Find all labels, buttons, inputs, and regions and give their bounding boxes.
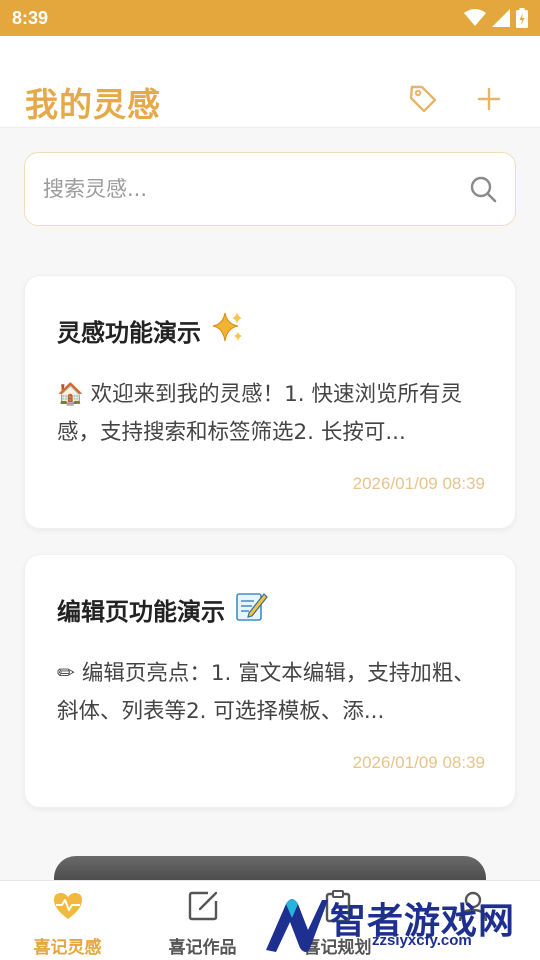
tag-button[interactable] — [406, 82, 440, 116]
wifi-icon — [464, 9, 486, 27]
watermark: 智者游戏网 zzsiyxcfy.com — [262, 890, 540, 960]
app-header: 我的灵感 — [0, 36, 540, 128]
add-button[interactable] — [472, 82, 506, 116]
card-title-text: 编辑页功能演示 — [57, 597, 225, 626]
card-preview: 🏠 欢迎来到我的灵感！1. 快速浏览所有灵感，支持搜索和标签筛选2. 长按可..… — [57, 382, 462, 445]
search-box[interactable] — [24, 152, 516, 226]
card-title: 编辑页功能演示 — [57, 589, 269, 629]
plus-icon — [472, 87, 506, 120]
card-date: 2026/01/09 08:39 — [352, 753, 485, 772]
nav-label: 喜记作品 — [168, 938, 237, 958]
watermark-logo — [266, 899, 328, 952]
heart-pulse-icon — [51, 889, 85, 923]
card-title-text: 灵感功能演示 — [57, 318, 201, 347]
battery-icon — [516, 8, 528, 28]
search-icon[interactable] — [468, 174, 498, 204]
search-input[interactable] — [43, 153, 443, 225]
signal-icon — [492, 9, 510, 27]
nav-item-works[interactable]: 喜记作品 — [135, 881, 270, 960]
edit-square-icon — [186, 889, 220, 923]
card-preview: ✏ 编辑页亮点：1. 富文本编辑，支持加粗、斜体、列表等2. 可选择模板、添..… — [57, 661, 475, 724]
inspiration-card[interactable]: 灵感功能演示 🏠 欢迎来到我的灵感！1. 快速浏览所有灵感，支持搜索和标签筛选2… — [24, 275, 516, 529]
nav-label: 喜记灵感 — [33, 938, 102, 958]
page-title: 我的灵感 — [25, 85, 161, 124]
sparkles-icon — [211, 310, 245, 350]
card-date: 2026/01/09 08:39 — [352, 474, 485, 493]
inspiration-card[interactable]: 编辑页功能演示 ✏ 编辑页亮点：1. 富文本编辑，支持加粗、斜体、列表等2. 可… — [24, 554, 516, 808]
status-time: 8:39 — [12, 7, 49, 28]
card-title: 灵感功能演示 — [57, 310, 245, 350]
memo-icon — [235, 589, 269, 629]
status-icons — [464, 8, 528, 28]
tag-icon — [406, 85, 440, 120]
nav-item-inspiration[interactable]: 喜记灵感 — [0, 881, 135, 960]
watermark-url: zzsiyxcfy.com — [372, 932, 472, 949]
status-bar: 8:39 — [0, 0, 540, 36]
